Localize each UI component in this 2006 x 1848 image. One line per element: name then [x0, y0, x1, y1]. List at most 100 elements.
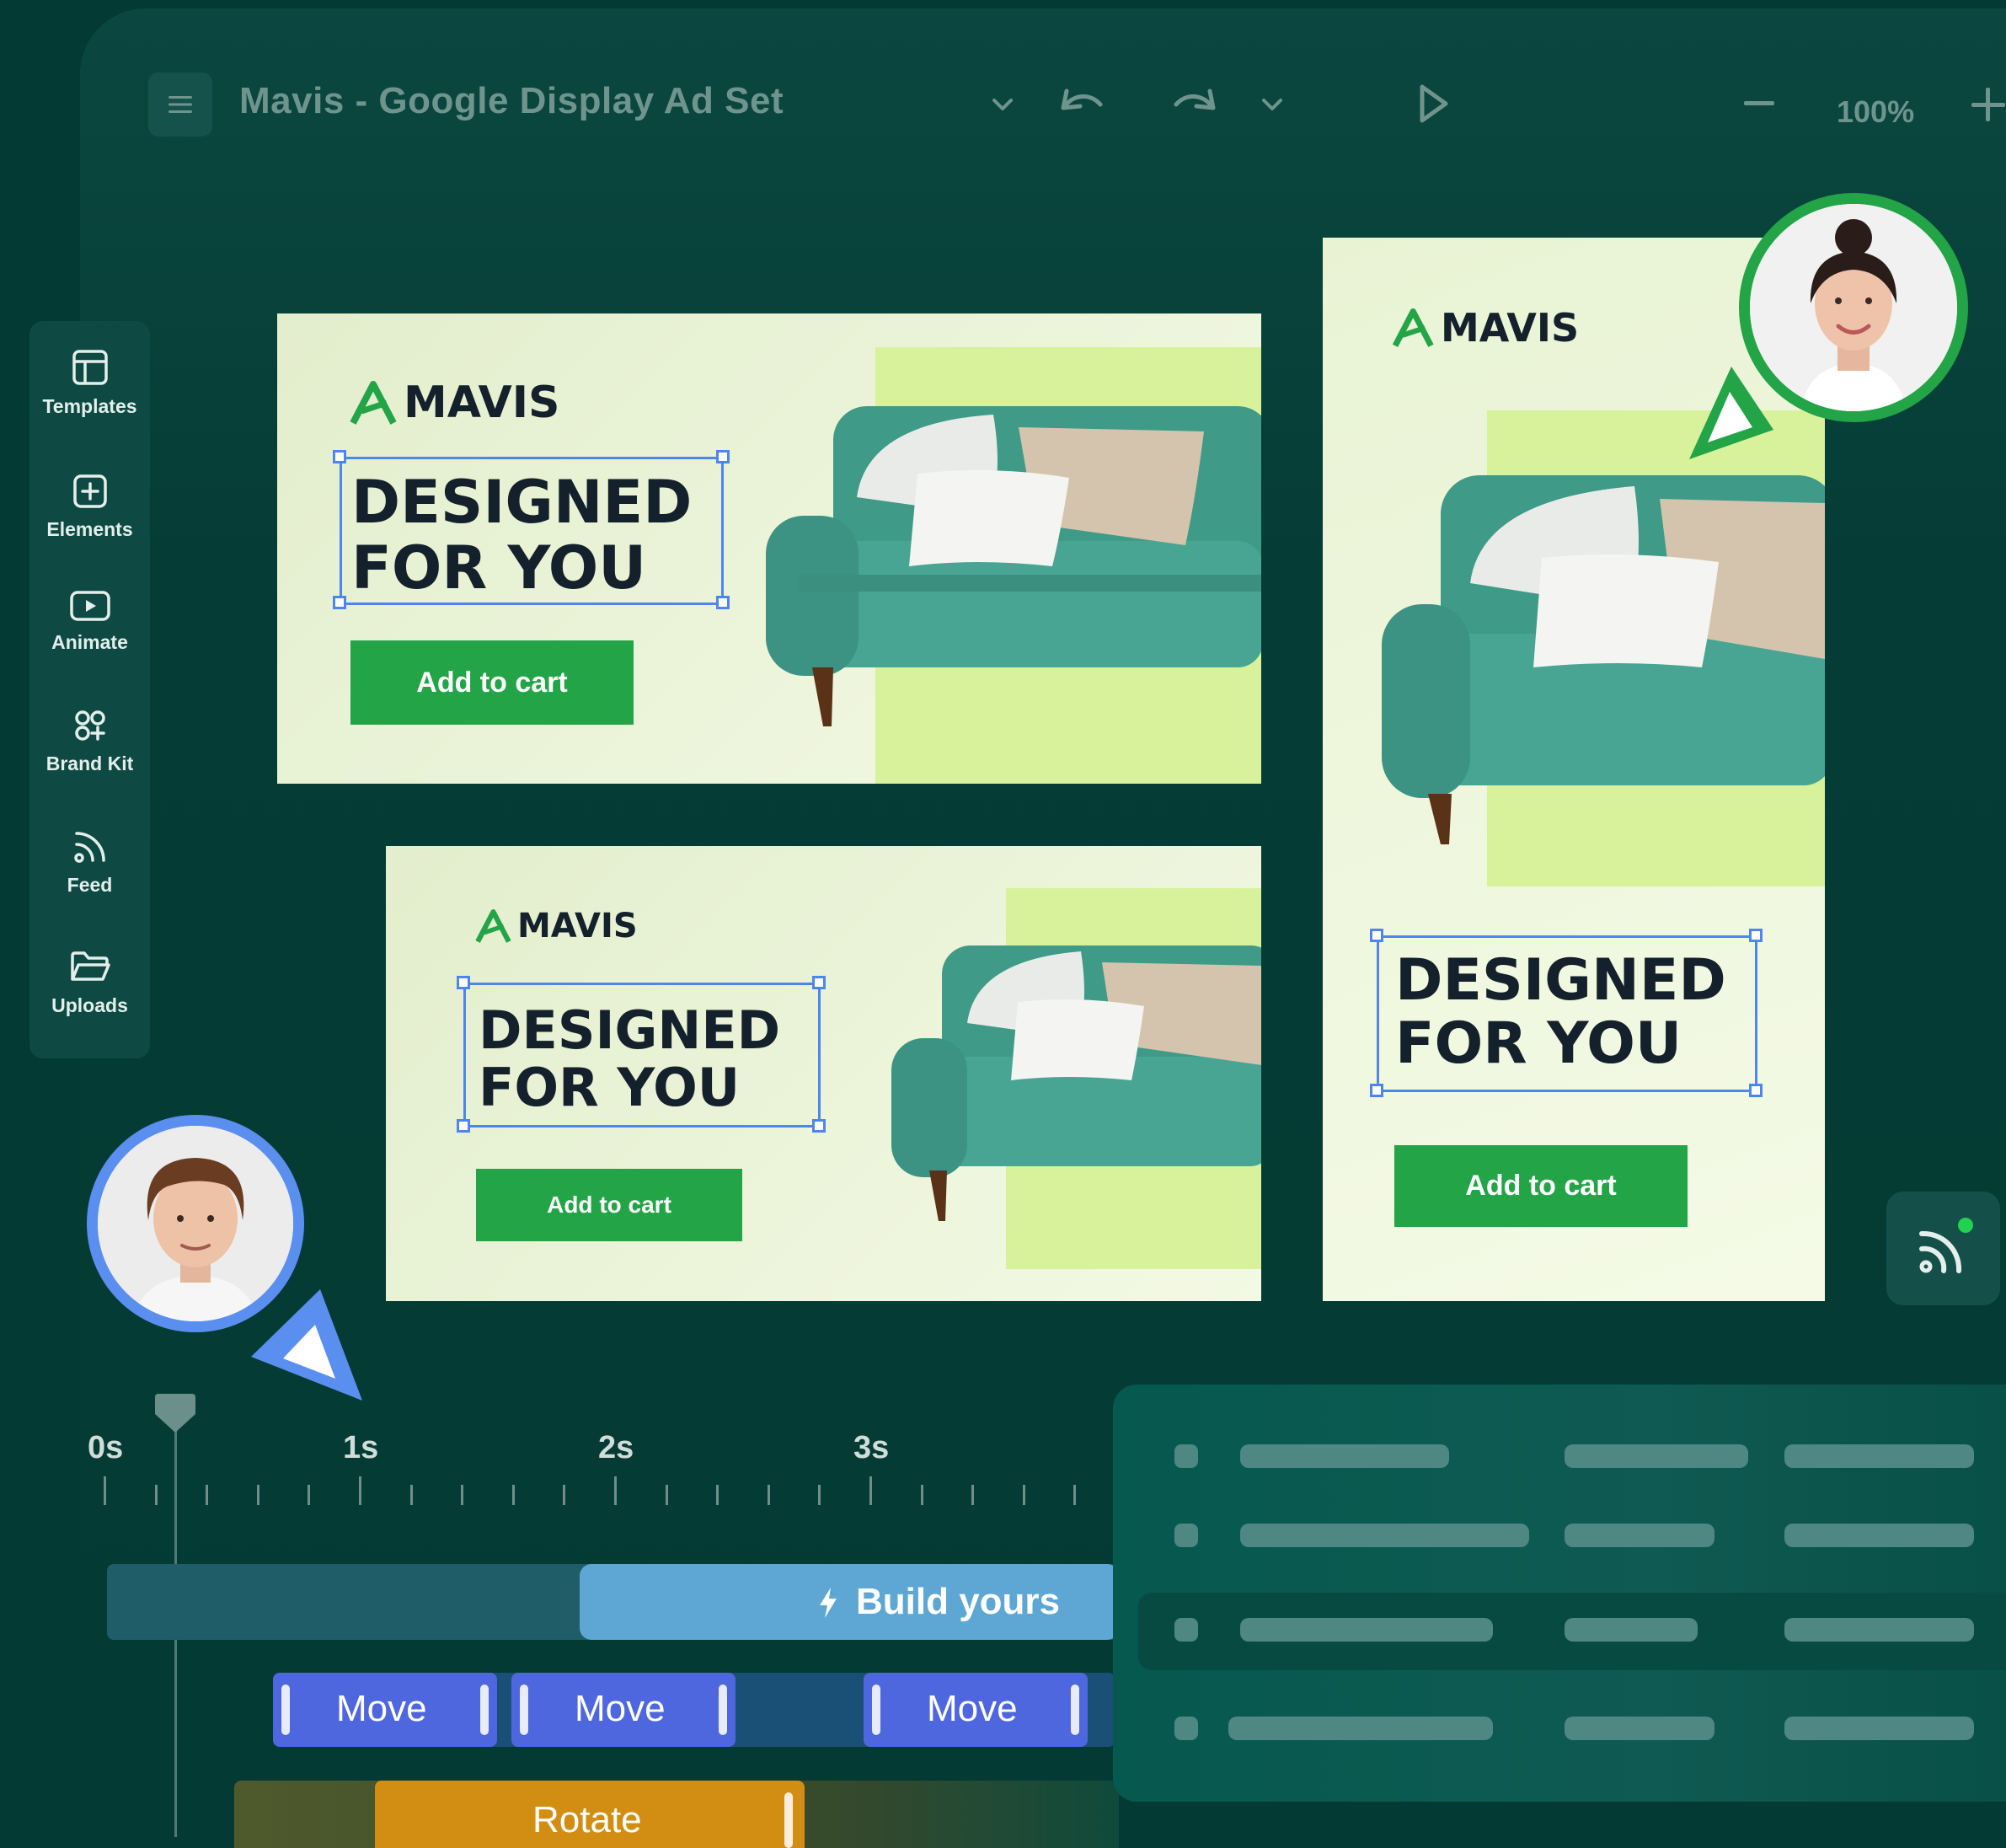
sidebar-item-feed[interactable]: Feed: [29, 828, 150, 897]
tick-label: 0s: [88, 1430, 124, 1465]
document-title[interactable]: Mavis - Google Display Ad Set: [239, 80, 784, 122]
clip-handle-right[interactable]: [480, 1685, 489, 1735]
play-square-icon: [69, 591, 110, 621]
resize-handle[interactable]: [333, 596, 346, 609]
ruler-minor-tick: [409, 1485, 413, 1505]
brand-kit-icon: [74, 710, 105, 741]
brand-logo: MAVIS: [1392, 305, 1579, 351]
clip-handle-right[interactable]: [784, 1792, 793, 1848]
placeholder-cell: [1784, 1717, 1974, 1740]
sidebar-item-label: Uploads: [51, 994, 128, 1016]
sidebar-item-uploads[interactable]: Uploads: [29, 949, 150, 1017]
row-marker: [1174, 1444, 1198, 1468]
tick-label: 3s: [853, 1430, 890, 1465]
sidebar-item-templates[interactable]: Templates: [29, 348, 150, 418]
sidebar-item-label: Brand Kit: [45, 753, 134, 774]
ruler-minor-tick: [206, 1485, 209, 1505]
sidebar-item-elements[interactable]: Elements: [29, 473, 150, 541]
ruler-major-tick: [869, 1476, 872, 1505]
clip-handle-left[interactable]: [520, 1685, 528, 1735]
rss-icon: [1919, 1218, 1973, 1273]
clip-handle-left[interactable]: [872, 1685, 880, 1735]
ruler-minor-tick: [461, 1485, 464, 1505]
placeholder-cell: [1240, 1444, 1449, 1468]
resize-handle[interactable]: [1370, 929, 1383, 942]
move-clip[interactable]: Move: [864, 1673, 1088, 1747]
mavis-logo-icon: [1392, 308, 1434, 347]
sofa-image: [766, 406, 1261, 726]
zoom-level: 100%: [1837, 94, 1915, 129]
ad-banner-medium[interactable]: MAVIS DESIGNED FOR YOU Add to cart: [386, 846, 1261, 1301]
left-sidebar: Templates Elements Animate Brand Kit Fee…: [29, 321, 150, 1058]
ruler-minor-tick: [818, 1485, 821, 1505]
ruler-minor-tick: [920, 1485, 923, 1505]
resize-handle[interactable]: [1749, 929, 1763, 942]
sidebar-item-label: Animate: [51, 631, 128, 653]
selection-box: [463, 983, 821, 1128]
resize-handle[interactable]: [1749, 1084, 1763, 1097]
row-marker: [1174, 1524, 1198, 1547]
resize-handle[interactable]: [1370, 1084, 1383, 1097]
tick-label: 1s: [343, 1430, 379, 1465]
zoom-in-icon[interactable]: [1968, 84, 2005, 126]
move-clip[interactable]: Move: [273, 1673, 497, 1747]
brand-logo: MAVIS: [475, 907, 638, 945]
placeholder-cell: [1784, 1444, 1974, 1468]
build-yours-clip[interactable]: Build yours: [580, 1564, 1119, 1640]
play-icon[interactable]: [1417, 83, 1451, 125]
mavis-logo-icon: [475, 909, 511, 943]
hamburger-icon: [169, 96, 192, 113]
resize-handle[interactable]: [812, 1119, 826, 1133]
resize-handle[interactable]: [716, 596, 730, 609]
move-clip[interactable]: Move: [511, 1673, 736, 1747]
redo-icon[interactable]: [1169, 84, 1220, 121]
ruler-minor-tick: [563, 1485, 566, 1505]
sidebar-item-label: Feed: [67, 874, 113, 896]
ruler-minor-tick: [1073, 1485, 1077, 1505]
clip-handle-right[interactable]: [1071, 1685, 1079, 1735]
clip-handle-left[interactable]: [281, 1685, 290, 1735]
placeholder-cell: [1240, 1618, 1493, 1642]
sidebar-item-animate[interactable]: Animate: [29, 589, 150, 654]
resize-handle[interactable]: [716, 450, 730, 463]
ruler-major-tick: [359, 1476, 361, 1505]
row-marker: [1174, 1618, 1198, 1642]
resize-handle[interactable]: [812, 976, 826, 989]
feed-button[interactable]: [1886, 1192, 2000, 1305]
chevron-down-icon[interactable]: [1257, 93, 1287, 118]
resize-handle[interactable]: [457, 1119, 470, 1133]
ruler-minor-tick: [256, 1485, 259, 1505]
add-to-cart-button[interactable]: Add to cart: [476, 1169, 742, 1241]
sofa-image: [1382, 475, 1825, 844]
ruler-minor-tick: [716, 1485, 719, 1505]
add-to-cart-button[interactable]: Add to cart: [1394, 1145, 1688, 1227]
placeholder-cell: [1565, 1524, 1714, 1547]
placeholder-cell: [1565, 1444, 1748, 1468]
sidebar-item-label: Templates: [42, 395, 137, 417]
rss-icon: [73, 832, 105, 863]
clip-handle-right[interactable]: [719, 1685, 727, 1735]
zoom-out-icon[interactable]: [1742, 91, 1776, 116]
chevron-down-icon[interactable]: [987, 93, 1018, 118]
resize-handle[interactable]: [457, 976, 470, 989]
ruler-minor-tick: [767, 1485, 770, 1505]
tick-label: 2s: [598, 1430, 634, 1465]
selection-box: [1377, 935, 1757, 1092]
mavis-logo-icon: [350, 381, 397, 425]
ruler-minor-tick: [154, 1485, 158, 1505]
plus-square-icon: [72, 474, 107, 508]
ruler-major-tick: [104, 1476, 106, 1505]
resize-handle[interactable]: [333, 450, 346, 463]
placeholder-cell: [1784, 1524, 1974, 1547]
lightning-icon: [820, 1588, 837, 1618]
menu-button[interactable]: [148, 72, 212, 137]
add-to-cart-button[interactable]: Add to cart: [350, 640, 634, 725]
ruler-minor-tick: [308, 1485, 311, 1505]
playhead-handle[interactable]: [152, 1392, 199, 1434]
ruler-major-tick: [614, 1476, 617, 1505]
undo-icon[interactable]: [1056, 84, 1107, 121]
sidebar-item-brand-kit[interactable]: Brand Kit: [29, 707, 150, 775]
sidebar-item-label: Elements: [46, 518, 133, 540]
ad-banner-large[interactable]: MAVIS DESIGNED FOR YOU Add to cart: [277, 313, 1261, 784]
rotate-clip[interactable]: Rotate: [375, 1781, 805, 1848]
